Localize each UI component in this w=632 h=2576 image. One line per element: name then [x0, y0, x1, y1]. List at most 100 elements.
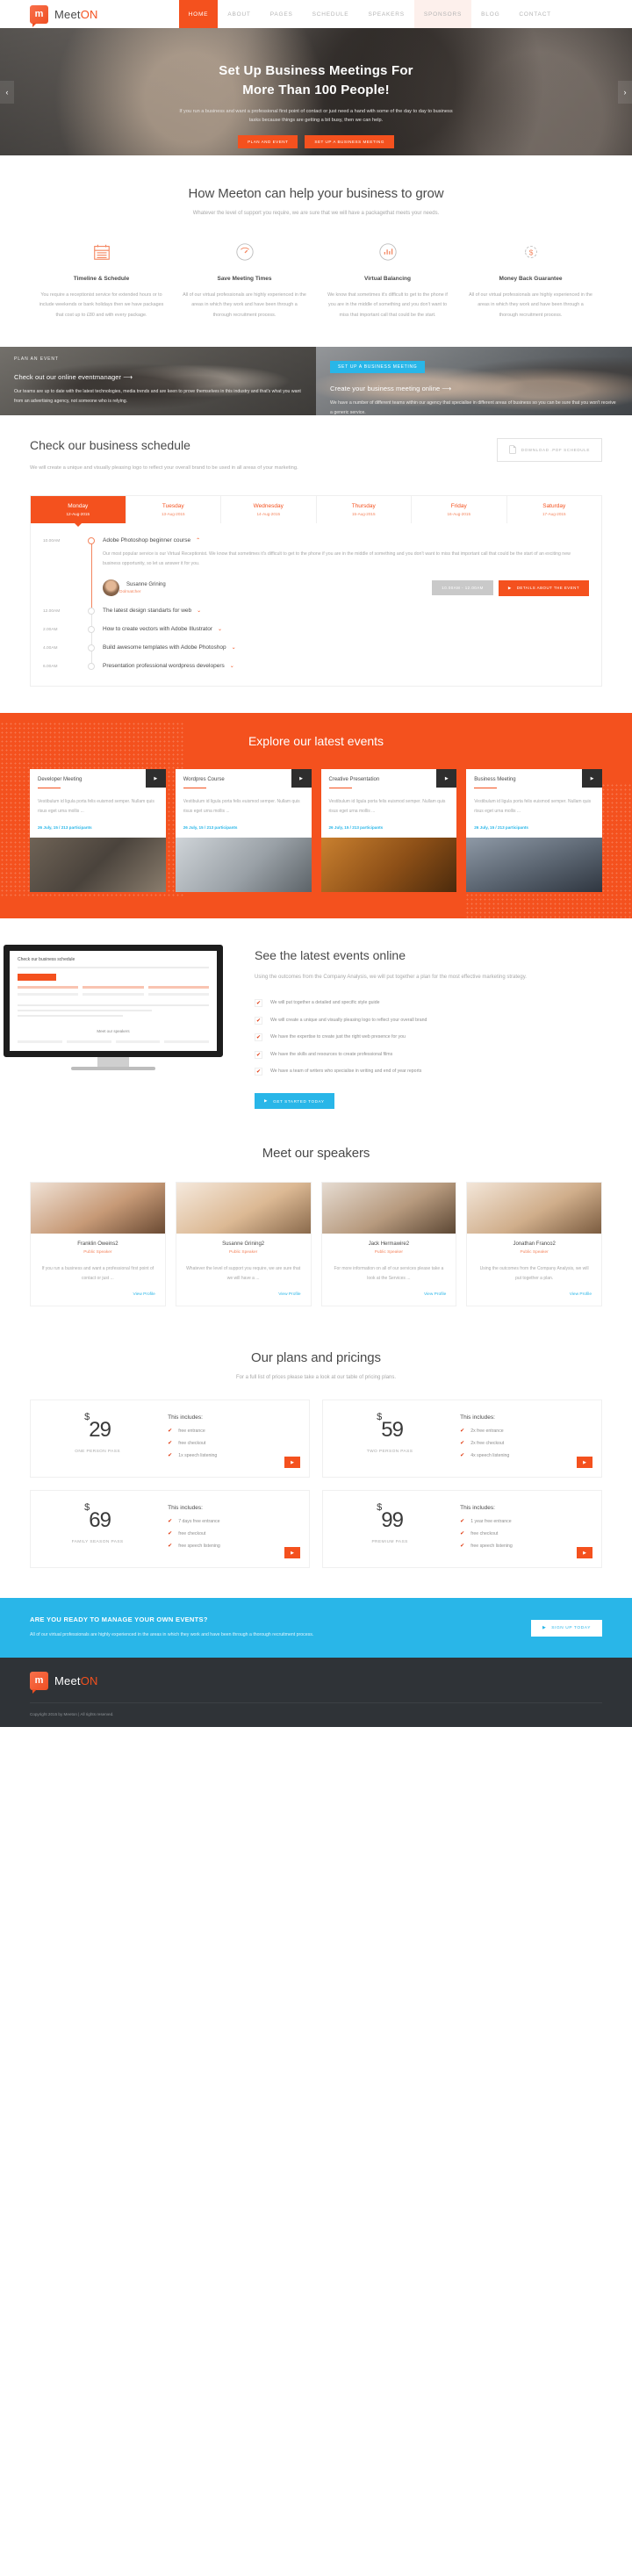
select-plan-button[interactable]: ▶	[284, 1457, 300, 1469]
chevron-up-icon[interactable]: ⌃	[196, 537, 200, 543]
setup-meeting-tag[interactable]: SET UP A BUSINESS MEETING	[330, 361, 426, 374]
day-date: 16-Aug-2015	[447, 511, 471, 516]
speaker-card[interactable]: Franklin Oweins2 Public Speaker If you r…	[30, 1182, 166, 1307]
split-left-heading[interactable]: Check out our online eventmanager ⟶	[14, 373, 302, 381]
split-panel-left[interactable]: PLAN AN EVENT Check out our online event…	[0, 347, 316, 416]
chevron-down-icon[interactable]: ⌄	[197, 608, 201, 614]
schedule-row-title[interactable]: The latest design standarts for web ⌄	[103, 608, 589, 614]
timeline-dot-icon	[88, 644, 95, 652]
chevron-down-icon[interactable]: ⌄	[218, 626, 222, 632]
chevron-down-icon[interactable]: ⌄	[230, 663, 234, 669]
download-schedule-button[interactable]: DOWNLOAD .PDF SCHEDULE	[496, 438, 602, 463]
schedule-row-title[interactable]: How to create vectors with Adobe Illustr…	[103, 626, 589, 632]
price-amount: $99	[323, 1502, 456, 1533]
pricing-title: Our plans and pricings	[251, 1350, 381, 1366]
pricing-card[interactable]: $69 FAMILY SEASON PASS This includes: ✔ 7…	[30, 1490, 310, 1569]
nav-item-sponsors[interactable]: SPONSORS	[413, 0, 472, 28]
day-date: 13-Aug-2015	[161, 511, 185, 516]
monitor-base	[71, 1066, 155, 1070]
speaker-bio: Whatever the level of support you requir…	[186, 1266, 301, 1281]
split-right-heading[interactable]: Create your business meeting online ⟶	[330, 385, 618, 392]
feature-text: You require a receptionist service for e…	[39, 292, 164, 318]
money-back-icon: $	[520, 241, 542, 263]
split-panel-right[interactable]: SET UP A BUSINESS MEETING Create your bu…	[316, 347, 632, 416]
day-tab-monday[interactable]: Monday 12-Aug-2015	[31, 495, 126, 523]
schedule-row[interactable]: 4.00AM Build awesome templates with Adob…	[31, 644, 601, 665]
event-details-button[interactable]: ▶ DETAILS ABOUT THE EVENT	[498, 579, 589, 596]
event-card-text: Vestibulum id ligula porta felis euismod…	[474, 799, 592, 814]
footer-logo-part1: Meet	[54, 1674, 81, 1688]
hero-slider: ‹ › Set Up Business Meetings For More Th…	[0, 28, 632, 155]
schedule-row[interactable]: 2.00AM How to create vectors with Adobe …	[31, 626, 601, 646]
view-profile-link[interactable]: View Profile	[31, 1283, 165, 1306]
timeline-dot-icon	[88, 663, 95, 671]
select-plan-button[interactable]: ▶	[284, 1547, 300, 1559]
view-profile-link[interactable]: View Profile	[176, 1283, 311, 1306]
slider-next-icon[interactable]: ›	[618, 80, 632, 104]
play-icon[interactable]: ▶	[582, 769, 602, 788]
day-date: 17-Aug-2015	[542, 511, 566, 516]
get-started-button[interactable]: ▶ GET STARTED TODAY	[255, 1093, 334, 1110]
check-icon: ✔	[168, 1453, 173, 1459]
logo[interactable]: m MeetON	[30, 4, 98, 27]
nav-item-pages[interactable]: PAGES	[261, 0, 303, 28]
feature-title: Money Back Guarantee	[499, 276, 563, 282]
day-name: Friday	[450, 502, 467, 509]
feature-label: 7 days free entrance	[178, 1518, 220, 1524]
schedule-row[interactable]: 6.00AM Presentation professional wordpre…	[31, 663, 601, 671]
pricing-card[interactable]: $29 ONE PERSON PASS This includes: ✔ free…	[30, 1400, 310, 1479]
schedule-row-time: 10.00AM	[43, 538, 61, 543]
speaker-card[interactable]: Susanne Grining2 Public Speaker Whatever…	[175, 1182, 312, 1307]
event-card[interactable]: Developer Meeting ▶ Vestibulum id ligula…	[30, 769, 166, 892]
check-icon: ✔	[460, 1543, 465, 1550]
signup-today-button[interactable]: ▶ SIGN UP TODAY	[530, 1619, 602, 1637]
play-icon[interactable]: ▶	[145, 769, 166, 788]
select-plan-button[interactable]: ▶	[577, 1547, 592, 1559]
feature-text: All of our virtual professionals are hig…	[469, 292, 592, 318]
day-tab-tuesday[interactable]: Tuesday 13-Aug-2015	[126, 495, 221, 523]
nav-item-blog[interactable]: BLOG	[471, 0, 509, 28]
pricing-card[interactable]: $99 PREMIUM PASS This includes: ✔ 1 year …	[322, 1490, 602, 1569]
schedule-row[interactable]: 12.00AM The latest design standarts for …	[31, 608, 601, 628]
nav-item-contact[interactable]: CONTACT	[509, 0, 561, 28]
schedule-row-title[interactable]: Adobe Photoshop beginner course ⌃	[103, 537, 589, 543]
includes-label: This includes:	[460, 1414, 495, 1421]
speaker-bio: If you run a business and want a profess…	[41, 1266, 154, 1281]
day-tab-wednesday[interactable]: Wednesday 14-Aug-2015	[221, 495, 317, 523]
price-value: 29	[89, 1418, 111, 1443]
pricing-card[interactable]: $59 TWO PERSON PASS This includes: ✔ 2x f…	[322, 1400, 602, 1479]
view-profile-link[interactable]: View Profile	[322, 1283, 456, 1306]
chevron-down-icon[interactable]: ⌄	[232, 644, 236, 651]
nav-item-schedule[interactable]: SCHEDULE	[303, 0, 359, 28]
schedule-row-title[interactable]: Build awesome templates with Adobe Photo…	[103, 644, 589, 651]
plan-event-button[interactable]: PLAN AND EVENT	[238, 135, 298, 149]
slider-prev-icon[interactable]: ‹	[0, 80, 14, 104]
schedule-row-title[interactable]: Presentation professional wordpress deve…	[103, 663, 589, 669]
nav-item-about[interactable]: ABOUT	[218, 0, 260, 28]
check-icon: ✔	[255, 1067, 262, 1076]
event-card[interactable]: Creative Presentation ▶ Vestibulum id li…	[320, 769, 457, 892]
setup-meeting-button[interactable]: SET UP A BUSINESS MEETING	[305, 135, 394, 149]
select-plan-button[interactable]: ▶	[577, 1457, 592, 1469]
event-card[interactable]: Business Meeting ▶ Vestibulum id ligula …	[466, 769, 602, 892]
play-icon[interactable]: ▶	[291, 769, 312, 788]
view-profile-link[interactable]: View Profile	[467, 1283, 601, 1306]
event-card-title: Developer Meeting	[38, 777, 83, 783]
hero-title-line1: Set Up Business Meetings For	[219, 63, 413, 78]
day-tab-saturday[interactable]: Saturday 17-Aug-2015	[507, 496, 602, 523]
nav-item-home[interactable]: HOME	[178, 0, 219, 28]
schedule-row-title-text: Presentation professional wordpress deve…	[103, 663, 225, 670]
day-tab-friday[interactable]: Friday 16-Aug-2015	[412, 495, 507, 523]
feature-card: Virtual Balancing We know that sometimes…	[316, 241, 459, 320]
price-amount: $69	[31, 1502, 164, 1533]
nav-item-speakers[interactable]: SPEAKERS	[358, 0, 413, 28]
speaker-card[interactable]: Jack Hermawire2 Public Speaker For more …	[320, 1182, 457, 1307]
event-card[interactable]: Wordpres Course ▶ Vestibulum id ligula p…	[175, 769, 312, 892]
logo-text-part2: ON	[80, 7, 98, 21]
plan-feature: ✔ free checkout	[168, 1530, 309, 1537]
footer-logo[interactable]: m MeetON	[30, 1672, 98, 1695]
speaker-card[interactable]: Jonathan Franco2 Public Speaker Using th…	[466, 1182, 602, 1307]
day-tab-thursday[interactable]: Thursday 15-Aug-2015	[317, 495, 412, 523]
play-icon[interactable]: ▶	[436, 769, 457, 788]
event-card-title: Wordpres Course	[183, 777, 225, 783]
